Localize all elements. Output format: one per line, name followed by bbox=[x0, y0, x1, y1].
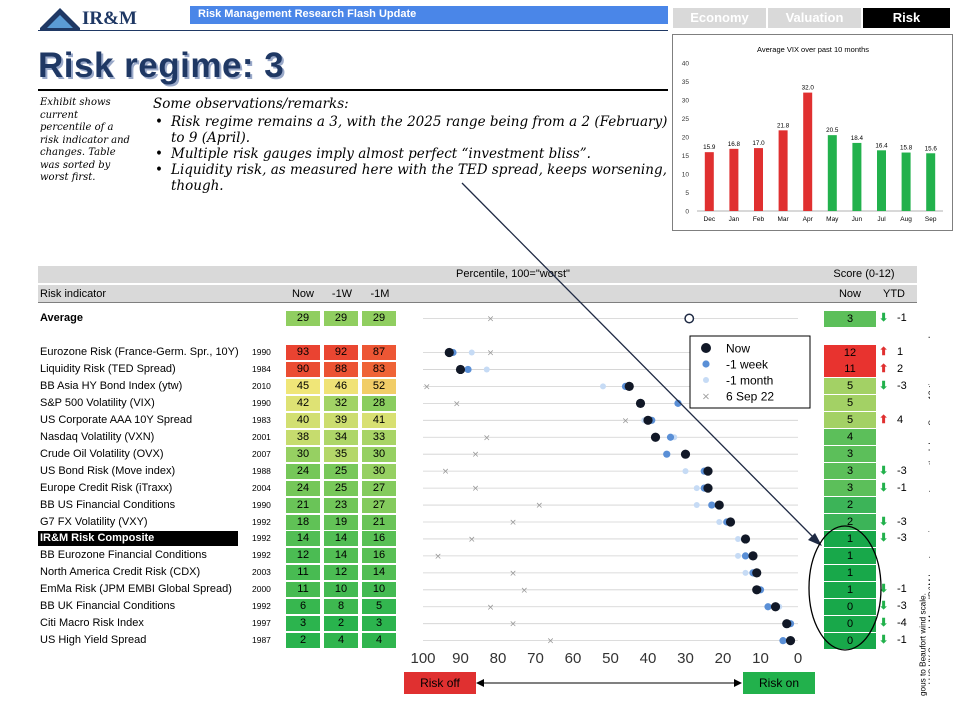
annotation-overlay bbox=[461, 182, 882, 651]
source-note: Source: IR&M, Bloomberg. Notes: Percenti… bbox=[918, 296, 930, 696]
svg-text:Source: IR&M, Bloomberg. Notes: Source: IR&M, Bloomberg. Notes: Percenti… bbox=[918, 296, 930, 696]
annotation-arrow-line bbox=[461, 182, 819, 543]
annotation-circle bbox=[808, 525, 882, 651]
